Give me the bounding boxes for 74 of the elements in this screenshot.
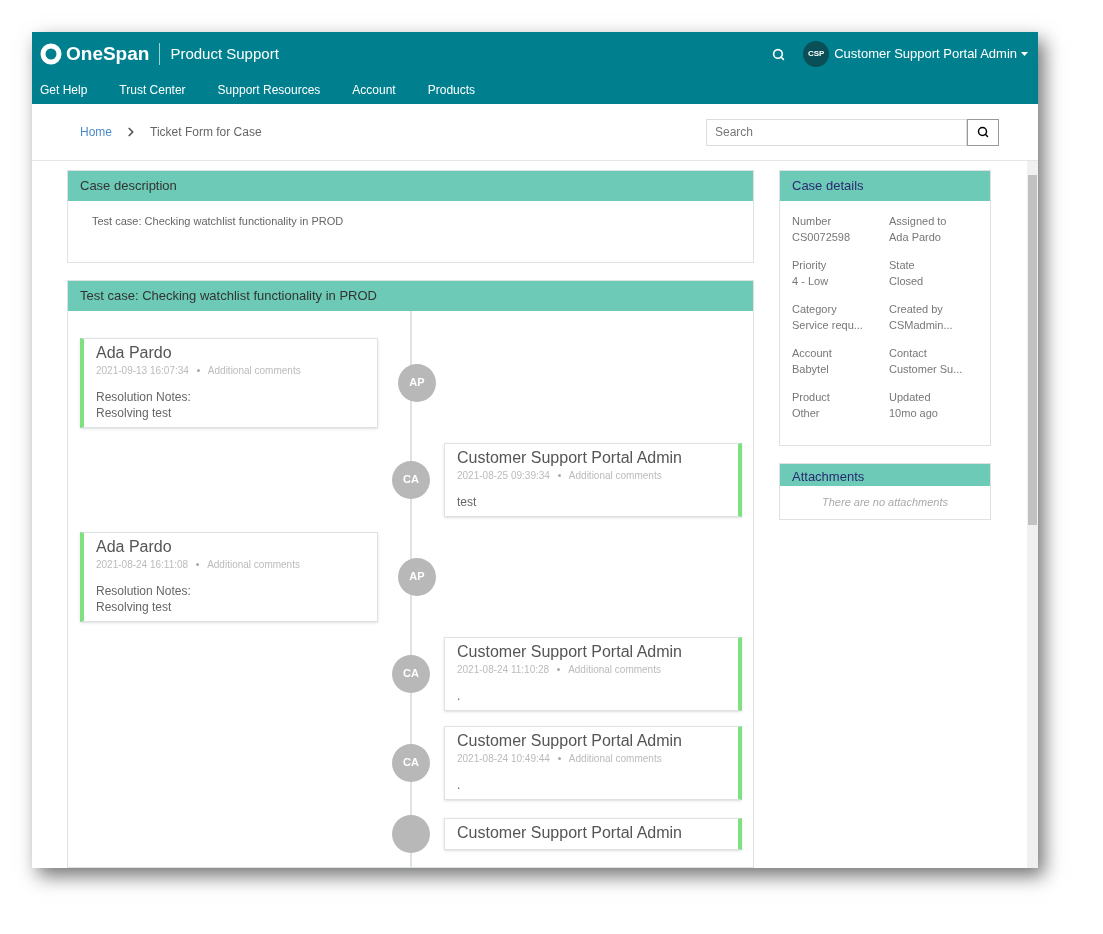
field-label: Updated	[889, 390, 932, 405]
site-title: Product Support	[170, 43, 279, 64]
logo-text: OneSpan	[66, 41, 150, 66]
panel-title: Test case: Checking watchlist functionality in PROD	[68, 280, 753, 311]
scrollbar[interactable]	[1027, 161, 1038, 868]
scrollbar-thumb[interactable]	[1028, 175, 1037, 525]
field-label: Created by	[889, 302, 944, 317]
comment-time: 2021-08-24 11:10:28	[457, 662, 550, 677]
comment-text: test	[457, 493, 478, 510]
field-value: Babytel	[792, 362, 830, 377]
comment-text: .	[457, 776, 462, 793]
description-text: Test case: Checking watchlist functionality in PROD	[91, 214, 345, 229]
avatar: CA	[392, 460, 430, 499]
field-label: Product	[792, 390, 831, 405]
comment-type: Additional comments	[568, 468, 662, 483]
comment-text: .	[457, 687, 462, 704]
user-avatar[interactable]: CSP	[803, 41, 830, 67]
field-value: Service requ...	[792, 318, 864, 333]
comment-time: 2021-08-24 16:11:08	[96, 557, 189, 572]
avatar: CA	[392, 743, 430, 782]
search-icon[interactable]	[772, 47, 786, 61]
search-field[interactable]: Search	[706, 118, 967, 146]
field-value: Ada Pardo	[889, 230, 942, 245]
field-value: Closed	[889, 274, 925, 289]
comment-text: Resolving test	[96, 404, 173, 421]
author-name: Customer Support Portal Admin	[457, 447, 683, 468]
logo-ring-icon	[40, 43, 62, 65]
comment-text: Resolving test	[96, 598, 173, 615]
comment-text: Resolution Notes:	[96, 582, 192, 599]
comment-time: 2021-09-13 16:07:34	[96, 363, 189, 378]
author-name: Customer Support Portal Admin	[457, 730, 683, 751]
field-value: CS0072598	[792, 230, 852, 245]
comment-text: Resolution Notes:	[96, 388, 192, 405]
field-value: Other	[792, 406, 821, 421]
field-label: Category	[792, 302, 838, 317]
user-menu[interactable]: Customer Support Portal Admin	[834, 44, 1028, 64]
panel-title: Case description	[68, 171, 753, 201]
author-name: Customer Support Portal Admin	[457, 641, 683, 662]
field-value: 10mo ago	[889, 406, 939, 421]
field-label: Number	[792, 214, 833, 229]
author-name: Ada Pardo	[96, 342, 173, 363]
field-label: Assigned to	[889, 214, 948, 229]
field-value: CSMadmin...	[889, 318, 954, 333]
comment-type: Additional comments	[207, 363, 301, 378]
nav-link[interactable]: Get Help	[40, 81, 88, 99]
empty-message: There are no attachments	[821, 495, 949, 510]
search-icon	[977, 126, 989, 138]
panel-title: Case details	[780, 171, 990, 201]
breadcrumb-current: Ticket Form for Case	[150, 124, 262, 141]
nav-link[interactable]: Account	[352, 81, 396, 99]
comment-time: 2021-08-24 10:49:44	[457, 751, 550, 766]
comment-time: 2021-08-25 09:39:34	[457, 468, 550, 483]
nav-link[interactable]: Trust Center	[119, 81, 186, 99]
search-button[interactable]	[967, 118, 999, 146]
avatar: AP	[398, 363, 436, 402]
nav-link[interactable]: Support Resources	[217, 81, 321, 99]
caret-icon	[1021, 52, 1028, 56]
avatar: AP	[398, 557, 436, 596]
field-value: 4 - Low	[792, 274, 830, 289]
field-label: Priority	[792, 258, 828, 273]
avatar	[392, 814, 430, 853]
field-value: Customer Su...	[889, 362, 964, 377]
nav-link[interactable]: Products	[427, 81, 476, 99]
author-name: Ada Pardo	[96, 536, 173, 557]
breadcrumb-link[interactable]: Home	[80, 123, 112, 141]
author-name: Customer Support Portal Admin	[457, 822, 683, 843]
panel-title: Attachments	[780, 464, 990, 486]
field-label: Account	[792, 346, 833, 361]
avatar: CA	[392, 654, 430, 693]
field-label: State	[889, 258, 916, 273]
comment-type: Additional comments	[207, 557, 300, 572]
comment-type: Additional comments	[568, 751, 662, 766]
comment-type: Additional comments	[568, 662, 661, 677]
field-label: Contact	[889, 346, 928, 361]
